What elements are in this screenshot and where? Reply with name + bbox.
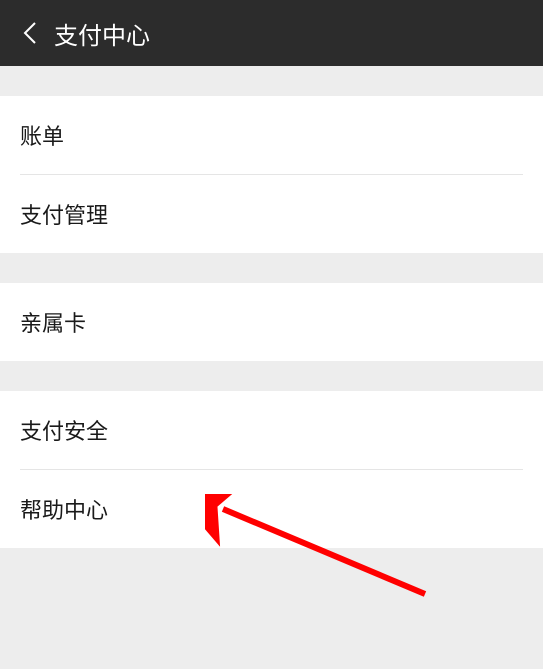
- list-item-pay-management[interactable]: 支付管理: [0, 175, 543, 253]
- section-gap: [0, 253, 543, 283]
- list-item-label: 帮助中心: [20, 493, 108, 525]
- section-gap: [0, 66, 543, 96]
- list-item-bill[interactable]: 账单: [0, 96, 543, 174]
- list-item-label: 支付管理: [20, 198, 108, 230]
- group-family: 亲属卡: [0, 283, 543, 361]
- list-item-label: 支付安全: [20, 414, 108, 446]
- header: 支付中心: [0, 0, 543, 66]
- back-icon[interactable]: [14, 17, 46, 49]
- section-gap: [0, 361, 543, 391]
- list-item-label: 账单: [20, 119, 64, 151]
- list-item-family-card[interactable]: 亲属卡: [0, 283, 543, 361]
- group-billing: 账单 支付管理: [0, 96, 543, 253]
- list-item-help-center[interactable]: 帮助中心: [0, 470, 543, 548]
- page-title: 支付中心: [54, 16, 150, 51]
- group-security: 支付安全 帮助中心: [0, 391, 543, 548]
- list-item-label: 亲属卡: [20, 306, 86, 338]
- list-item-pay-security[interactable]: 支付安全: [0, 391, 543, 469]
